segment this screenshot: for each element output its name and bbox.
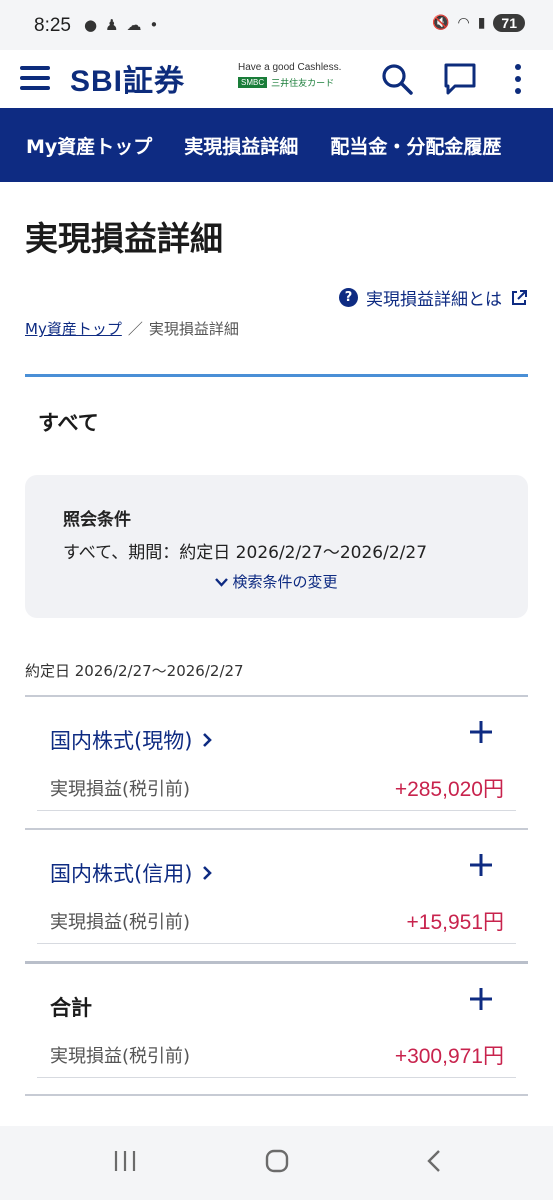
pnl-label: 実現損益(税引前)	[50, 912, 191, 933]
chevron-right-icon	[203, 733, 213, 747]
pnl-value: +300,971円	[394, 1045, 504, 1068]
status-bar: 8:25 ● ♟ ☁ • 🔇 ◠ ▮ 71	[0, 0, 553, 50]
cashless-banner[interactable]: Have a good Cashless. SMBC 三井住友カード	[238, 62, 348, 89]
plus-icon[interactable]	[468, 852, 494, 878]
pnl-label: 実現損益(税引前)	[50, 779, 191, 800]
walking-icon: ♟	[105, 16, 119, 34]
status-left-icons: ● ♟ ☁ •	[84, 14, 158, 36]
dot-icon: •	[149, 16, 159, 34]
plus-icon[interactable]	[468, 719, 494, 745]
system-nav-bar	[0, 1126, 553, 1200]
page-title: 実現損益詳細	[25, 219, 223, 258]
chevron-down-icon	[215, 576, 229, 591]
breadcrumb-current: 実現損益詳細	[148, 320, 239, 338]
conditions-label: 照会条件	[63, 510, 131, 530]
wifi-icon: ◠	[457, 15, 470, 31]
tab-dividend-history[interactable]: 配当金・分配金履歴	[330, 132, 501, 159]
card-name: 三井住友カード	[271, 79, 335, 89]
chevron-right-icon	[203, 866, 213, 880]
section-title: 国内株式(現物)	[50, 729, 193, 753]
status-right-icons: 🔇 ◠ ▮ 71	[432, 14, 525, 32]
battery-indicator: 71	[493, 14, 525, 32]
notification-icon: ●	[84, 16, 98, 34]
section-title: 国内株式(信用)	[50, 862, 193, 886]
external-link-icon	[512, 289, 527, 305]
help-link-label: 実現損益詳細とは	[366, 290, 502, 310]
section-title-link[interactable]: 国内株式(現物)	[50, 725, 213, 755]
recent-apps-icon[interactable]	[112, 1148, 138, 1174]
help-icon: ?	[339, 288, 358, 307]
pnl-row: 実現損益(税引前) +285,020円	[37, 771, 516, 811]
status-time: 8:25	[34, 15, 71, 36]
change-conditions-label: 検索条件の変更	[232, 573, 338, 591]
hamburger-icon[interactable]	[20, 66, 50, 92]
date-range: 約定日 2026/2/27〜2026/2/27	[25, 662, 244, 680]
breadcrumb-home[interactable]: My資産トップ	[25, 318, 122, 339]
more-vertical-icon[interactable]	[508, 62, 528, 96]
pnl-label: 実現損益(税引前)	[50, 1046, 191, 1067]
pnl-value: +15,951円	[406, 911, 505, 934]
home-icon[interactable]	[264, 1148, 290, 1174]
tab-my-assets[interactable]: My資産トップ	[26, 132, 152, 159]
section-domestic-stock-margin: 国内株式(信用) 実現損益(税引前) +15,951円	[25, 828, 528, 961]
search-conditions-box: 照会条件 すべて、期間：約定日 2026/2/27〜2026/2/27 検索条件…	[25, 475, 528, 618]
breadcrumb-separator: ／	[127, 320, 143, 338]
cashless-tagline: Have a good Cashless.	[238, 62, 342, 73]
section-title: 合計	[50, 996, 92, 1020]
help-link[interactable]: ? 実現損益詳細とは	[339, 285, 528, 310]
chat-icon[interactable]	[443, 62, 477, 96]
section-domestic-stock-cash: 国内株式(現物) 実現損益(税引前) +285,020円	[25, 695, 528, 828]
mute-icon: 🔇	[432, 15, 450, 31]
nav-tabs: My資産トップ 実現損益詳細 配当金・分配金履歴	[0, 108, 553, 182]
plus-icon[interactable]	[468, 986, 494, 1012]
back-icon[interactable]	[422, 1148, 448, 1174]
section-total: 合計 実現損益(税引前) +300,971円	[25, 961, 528, 1094]
sbi-logo[interactable]: SBI証券	[70, 56, 185, 100]
pnl-row: 実現損益(税引前) +300,971円	[37, 1038, 516, 1078]
app-header: SBI証券 Have a good Cashless. SMBC 三井住友カード	[0, 50, 553, 108]
weather-icon: ☁	[126, 16, 142, 34]
search-icon[interactable]	[380, 62, 414, 96]
breadcrumb: My資産トップ ／ 実現損益詳細	[25, 318, 239, 339]
tab-realized-pnl[interactable]: 実現損益詳細	[184, 132, 298, 159]
section-divider	[25, 1094, 528, 1096]
filter-title: すべて	[38, 411, 99, 435]
conditions-value: すべて、期間：約定日 2026/2/27〜2026/2/27	[63, 543, 428, 563]
section-title-link[interactable]: 国内株式(信用)	[50, 858, 213, 888]
pnl-row: 実現損益(税引前) +15,951円	[37, 904, 516, 944]
section-divider	[25, 374, 528, 377]
smbc-badge: SMBC	[238, 77, 268, 88]
pnl-value: +285,020円	[394, 778, 504, 801]
signal-icon: ▮	[477, 15, 486, 31]
change-conditions-link[interactable]: 検索条件の変更	[25, 571, 528, 592]
